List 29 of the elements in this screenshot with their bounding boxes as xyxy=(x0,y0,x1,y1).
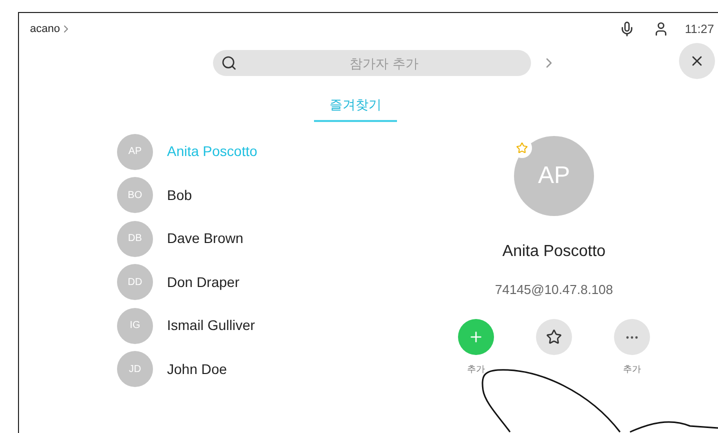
star-icon xyxy=(546,329,562,345)
avatar: AP xyxy=(117,134,153,170)
contact-name[interactable]: John Doe xyxy=(167,358,227,380)
avatar: JD xyxy=(117,351,153,387)
user-icon[interactable] xyxy=(652,21,669,37)
avatar: DB xyxy=(117,220,153,256)
search-icon xyxy=(221,55,237,71)
avatar: DD xyxy=(117,264,153,300)
contact-address: 74145@10.47.8.108 xyxy=(494,280,614,298)
contact-name: Anita Poscotto xyxy=(502,242,606,262)
avatar: IG xyxy=(117,308,153,344)
microphone-icon[interactable] xyxy=(618,21,635,37)
contact-name[interactable]: Don Draper xyxy=(167,272,240,292)
contact-name[interactable]: Ismail Gulliver xyxy=(167,315,255,336)
avatar: BO xyxy=(117,177,153,213)
action-label: 추가 xyxy=(623,363,641,376)
favorite-button[interactable] xyxy=(536,319,572,355)
clock-time: 11:27 xyxy=(684,21,714,38)
contact-name[interactable]: Dave Brown xyxy=(167,228,244,249)
add-button[interactable] xyxy=(458,319,494,355)
contact-name[interactable]: Bob xyxy=(167,184,192,206)
system-name[interactable]: acano xyxy=(30,20,60,38)
more-icon xyxy=(626,336,638,338)
search-field[interactable]: 참가자 추가 xyxy=(213,50,531,76)
avatar: AP xyxy=(514,136,594,216)
plus-icon xyxy=(468,329,484,345)
action-label: 추가 xyxy=(467,363,485,376)
star-icon xyxy=(516,142,528,154)
close-button[interactable] xyxy=(679,43,715,79)
